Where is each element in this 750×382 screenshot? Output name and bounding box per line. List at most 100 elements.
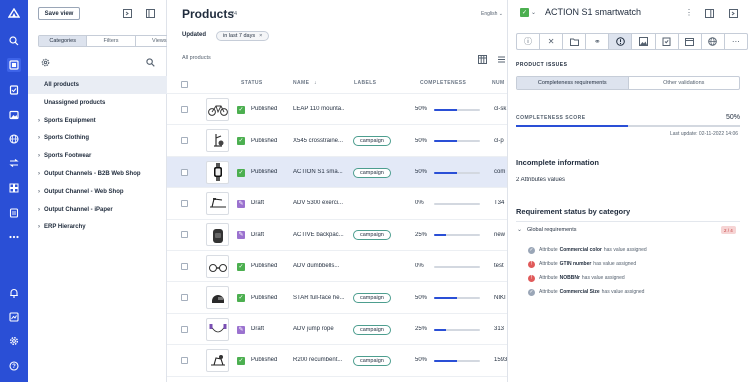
tree-item[interactable]: › Output Channel - Web Shop bbox=[28, 183, 167, 201]
row-checkbox[interactable] bbox=[181, 262, 188, 270]
tree-item[interactable]: › ERP Hierarchy bbox=[28, 218, 167, 236]
product-thumbnail[interactable] bbox=[206, 160, 229, 184]
filter-chip[interactable]: in last 7 days × bbox=[216, 31, 270, 41]
chevron-down-icon[interactable]: ⌄ bbox=[531, 9, 536, 16]
published-status-icon[interactable]: ✓ bbox=[520, 8, 529, 17]
product-name[interactable]: ADV jump rope bbox=[293, 326, 345, 332]
product-thumbnail[interactable] bbox=[206, 223, 229, 247]
channels-icon[interactable] bbox=[7, 132, 21, 146]
close-panel-icon[interactable] bbox=[728, 8, 738, 18]
collapse-panel-icon[interactable] bbox=[122, 8, 132, 18]
product-name[interactable]: ACTION S1 sma... bbox=[293, 169, 345, 175]
tools-icon[interactable]: ✕ bbox=[540, 34, 564, 49]
product-thumbnail[interactable] bbox=[206, 254, 229, 278]
globe-icon[interactable] bbox=[702, 34, 725, 49]
help-icon[interactable]: ? bbox=[7, 359, 21, 373]
product-thumbnail[interactable] bbox=[206, 129, 229, 153]
row-checkbox[interactable] bbox=[181, 137, 188, 145]
row-checkbox[interactable] bbox=[181, 168, 188, 176]
tree-item[interactable]: › Sports Footwear bbox=[28, 147, 167, 165]
chevron-right-icon[interactable]: › bbox=[28, 153, 44, 159]
settings-icon[interactable] bbox=[7, 334, 21, 348]
language-selector[interactable]: English ⌄ bbox=[481, 11, 503, 17]
column-labels[interactable]: LABELS bbox=[354, 80, 376, 86]
column-number[interactable]: NUM bbox=[492, 80, 505, 86]
tree-item[interactable]: › Output Channel - iPaper bbox=[28, 201, 167, 219]
products-icon[interactable] bbox=[7, 58, 21, 72]
row-checkbox[interactable] bbox=[181, 356, 188, 364]
column-status[interactable]: STATUS bbox=[241, 80, 263, 86]
tab-filters[interactable]: Filters bbox=[87, 36, 136, 46]
tree-item[interactable]: › Output Channels - B2B Web Shop bbox=[28, 165, 167, 183]
structure-icon[interactable] bbox=[7, 181, 21, 195]
product-thumbnail[interactable] bbox=[206, 286, 229, 310]
expand-panel-icon[interactable] bbox=[145, 8, 155, 18]
tree-item[interactable]: All products bbox=[28, 76, 167, 94]
more-icon[interactable]: ⋯ bbox=[725, 34, 747, 49]
product-name[interactable]: ADV 5300 exerci... bbox=[293, 200, 345, 206]
tree-settings-icon[interactable] bbox=[40, 57, 50, 67]
row-checkbox[interactable] bbox=[181, 325, 188, 333]
column-name[interactable]: NAME bbox=[293, 80, 309, 86]
sort-arrow-icon[interactable]: ↓ bbox=[314, 80, 317, 86]
chevron-right-icon[interactable]: › bbox=[28, 224, 44, 230]
task-icon[interactable] bbox=[656, 34, 679, 49]
label-tag[interactable]: campaign bbox=[353, 293, 391, 304]
chevron-right-icon[interactable]: › bbox=[28, 171, 44, 177]
column-completeness[interactable]: COMPLETENESS bbox=[420, 80, 466, 86]
row-checkbox[interactable] bbox=[181, 294, 188, 302]
folder-icon[interactable] bbox=[563, 34, 587, 49]
product-name[interactable]: ACTIVE backpac... bbox=[293, 232, 345, 238]
product-name[interactable]: X545 crosstraine... bbox=[293, 138, 345, 144]
more-vertical-icon[interactable]: ⋮ bbox=[684, 8, 694, 18]
save-view-button[interactable]: Save view bbox=[38, 7, 80, 20]
columns-icon[interactable] bbox=[477, 54, 487, 64]
product-name[interactable]: LEAP 110 mounta... bbox=[293, 106, 345, 112]
product-name[interactable]: STAR full-face he... bbox=[293, 295, 345, 301]
tree-item[interactable]: › Sports Clothing bbox=[28, 129, 167, 147]
link-icon[interactable]: ⚭ bbox=[586, 34, 610, 49]
chevron-right-icon[interactable]: › bbox=[28, 207, 44, 213]
tab-other-validations[interactable]: Other validations bbox=[629, 77, 740, 89]
chevron-right-icon[interactable]: › bbox=[28, 189, 44, 195]
product-thumbnail[interactable] bbox=[206, 191, 229, 215]
tab-categories[interactable]: Categories bbox=[39, 36, 88, 46]
row-checkbox[interactable] bbox=[181, 199, 188, 207]
tasks-icon[interactable] bbox=[7, 83, 21, 97]
chevron-down-icon[interactable]: ⌄ bbox=[517, 226, 522, 233]
filter-icon[interactable] bbox=[496, 54, 506, 64]
product-name[interactable]: ADV dumbbells... bbox=[293, 263, 345, 269]
fullscreen-icon[interactable] bbox=[704, 8, 714, 18]
label-tag[interactable]: campaign bbox=[353, 355, 391, 366]
label-tag[interactable]: campaign bbox=[353, 324, 391, 335]
reports-icon[interactable] bbox=[7, 206, 21, 220]
tree-item[interactable]: Unassigned products bbox=[28, 94, 167, 112]
tab-completeness-requirements[interactable]: Completeness requirements bbox=[517, 77, 629, 89]
calendar-icon[interactable] bbox=[679, 34, 702, 49]
product-name[interactable]: R200 recumbent... bbox=[293, 357, 345, 363]
product-thumbnail[interactable] bbox=[206, 317, 229, 341]
row-checkbox[interactable] bbox=[181, 105, 188, 113]
row-checkbox[interactable] bbox=[181, 231, 188, 239]
select-all-checkbox[interactable] bbox=[181, 81, 188, 88]
product-thumbnail[interactable] bbox=[206, 97, 229, 121]
breadcrumb[interactable]: All products bbox=[182, 55, 211, 61]
close-icon[interactable]: × bbox=[259, 33, 262, 39]
label-tag[interactable]: campaign bbox=[353, 167, 391, 178]
dashboard-icon[interactable] bbox=[7, 310, 21, 324]
issues-icon[interactable] bbox=[609, 34, 633, 49]
label-tag[interactable]: campaign bbox=[353, 230, 391, 241]
chevron-right-icon[interactable]: › bbox=[28, 135, 44, 141]
logo-icon[interactable] bbox=[7, 6, 21, 20]
tree-item[interactable]: › Sports Equipment bbox=[28, 112, 167, 130]
notifications-icon[interactable] bbox=[7, 286, 21, 300]
product-thumbnail[interactable] bbox=[206, 348, 229, 372]
search-icon[interactable] bbox=[7, 34, 21, 48]
tree-search-icon[interactable] bbox=[145, 57, 155, 67]
global-requirements-label[interactable]: Global requirements bbox=[527, 227, 577, 233]
transfer-icon[interactable] bbox=[7, 156, 21, 170]
more-icon[interactable] bbox=[7, 230, 21, 244]
image-icon[interactable] bbox=[632, 34, 656, 49]
assets-icon[interactable] bbox=[7, 108, 21, 122]
chevron-right-icon[interactable]: › bbox=[28, 118, 44, 124]
